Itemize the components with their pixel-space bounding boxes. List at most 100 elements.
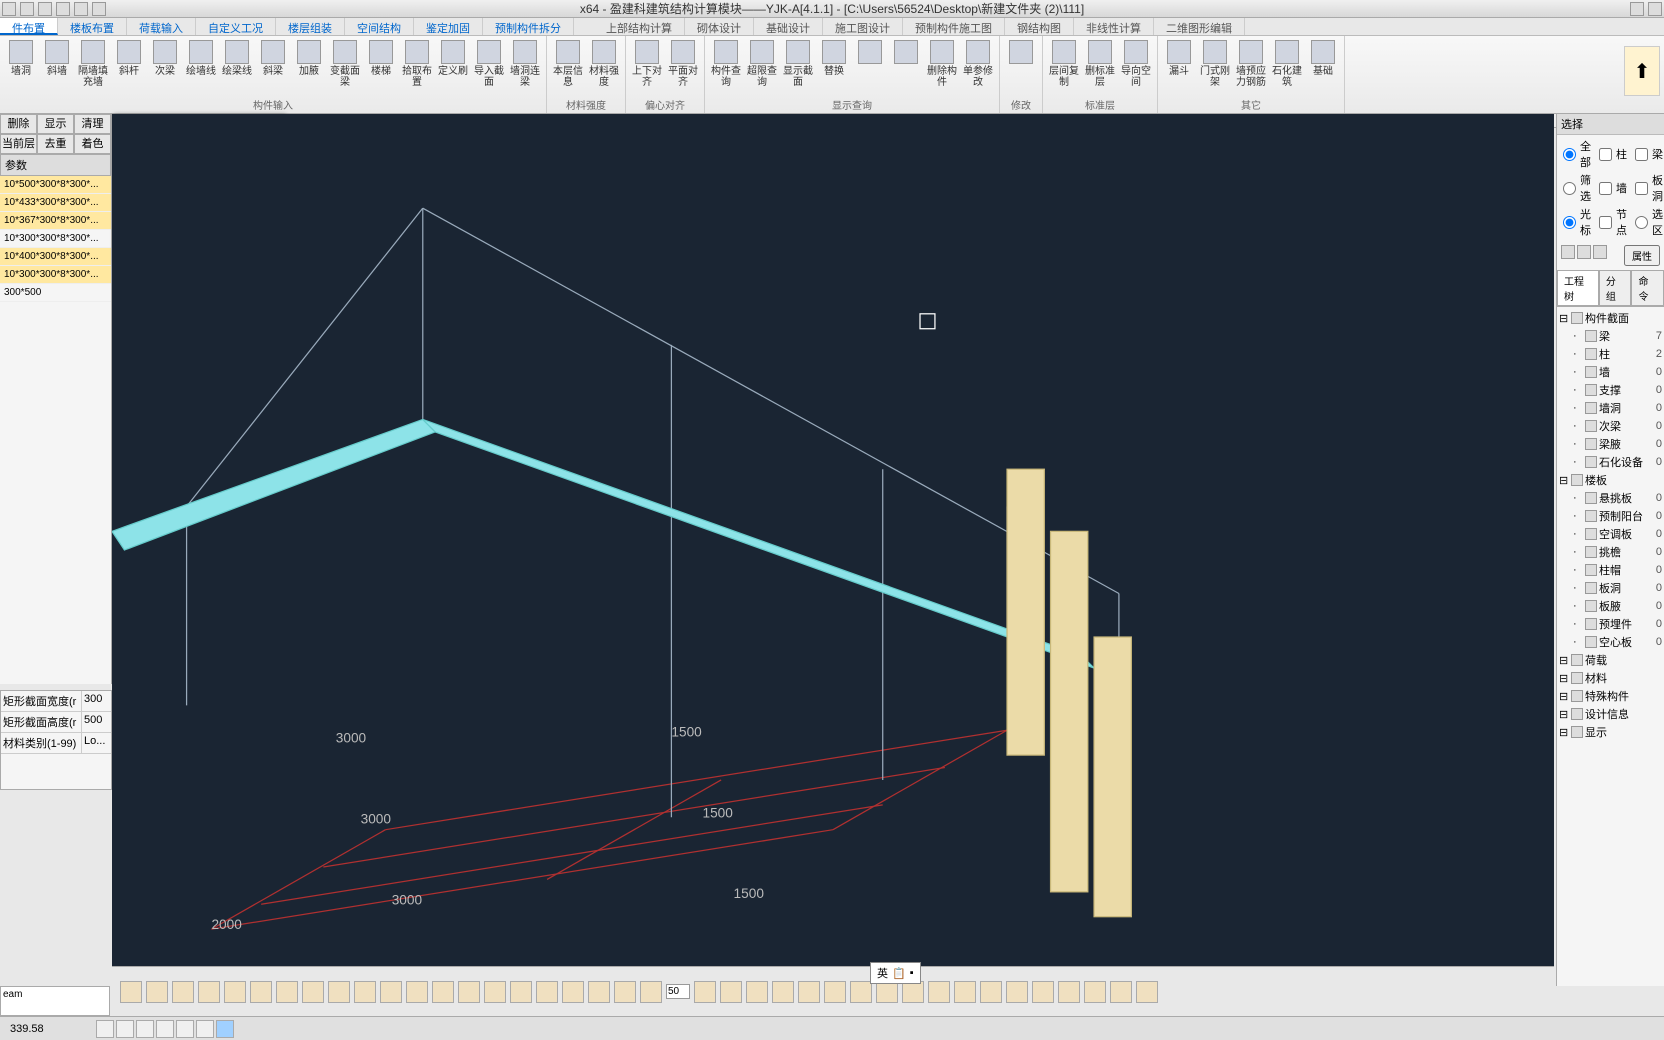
ribbon-墙预应力钢筋[interactable]: 墙预应力钢筋: [1234, 38, 1268, 97]
ribbon-层间复制[interactable]: 层间复制: [1047, 38, 1081, 97]
prop-value[interactable]: 300: [81, 691, 111, 711]
ribbon-导入截面[interactable]: 导入截面: [472, 38, 506, 97]
ribbon-导向空间[interactable]: 导向空间: [1119, 38, 1153, 97]
expand-icon[interactable]: ·: [1573, 420, 1583, 432]
text-a-icon[interactable]: [588, 981, 610, 1003]
lp-btn-删除[interactable]: 删除: [0, 114, 37, 134]
copy1-icon[interactable]: [928, 981, 950, 1003]
tree-item-设计信息[interactable]: ⊟设计信息: [1559, 705, 1662, 723]
grid-toggle-icon[interactable]: [96, 1020, 114, 1038]
ribbon-漏斗[interactable]: 漏斗: [1162, 38, 1196, 97]
section-item[interactable]: 10*300*300*8*300*...: [0, 266, 111, 284]
ribbon-楼梯[interactable]: 楼梯: [364, 38, 398, 97]
minimize-icon[interactable]: [1630, 2, 1644, 16]
tree-item-预埋件[interactable]: ·预埋件0: [1559, 615, 1662, 633]
ribbon-绘墙线[interactable]: 绘墙线: [184, 38, 218, 97]
scissors-icon[interactable]: [120, 981, 142, 1003]
lock-icon[interactable]: [1006, 981, 1028, 1003]
select-opt-筛选[interactable]: [1563, 182, 1576, 195]
wrench-icon[interactable]: [614, 981, 636, 1003]
axis-red-icon[interactable]: [1058, 981, 1080, 1003]
tree-item-特殊构件[interactable]: ⊟特殊构件: [1559, 687, 1662, 705]
rp-tab-分组[interactable]: 分组: [1599, 270, 1632, 306]
excel-icon[interactable]: [720, 981, 742, 1003]
axis-blue-icon[interactable]: [1084, 981, 1106, 1003]
tab-预制构件拆分[interactable]: 预制构件拆分: [483, 18, 574, 35]
lp-btn-显示[interactable]: 显示: [37, 114, 74, 134]
ribbon-tool[interactable]: [889, 38, 923, 97]
command-input[interactable]: eam: [0, 986, 110, 1016]
pdf-icon[interactable]: [694, 981, 716, 1003]
osnap-toggle-icon[interactable]: [176, 1020, 194, 1038]
context-tab-非线性计算[interactable]: 非线性计算: [1074, 18, 1154, 35]
expand-icon[interactable]: ·: [1573, 582, 1583, 594]
model-canvas[interactable]: 3000 3000 3000 2000 1500 1500 1500: [112, 114, 1554, 986]
zoom-icon[interactable]: [406, 981, 428, 1003]
tree-item-次梁[interactable]: ·次梁0: [1559, 417, 1662, 435]
grid4-icon[interactable]: [850, 981, 872, 1003]
circle-icon[interactable]: [562, 981, 584, 1003]
tree-item-支撑[interactable]: ·支撑0: [1559, 381, 1662, 399]
expand-icon[interactable]: ·: [1573, 366, 1583, 378]
ime-indicator[interactable]: 英 📋 ▪: [870, 962, 921, 984]
ribbon-本层信息[interactable]: 本层信息: [551, 38, 585, 97]
tree-item-挑檐[interactable]: ·挑檐0: [1559, 543, 1662, 561]
tree-item-预制阳台[interactable]: ·预制阳台0: [1559, 507, 1662, 525]
target-icon[interactable]: [354, 981, 376, 1003]
lp-btn-去重[interactable]: 去重: [37, 134, 74, 154]
tree-item-柱[interactable]: ·柱2: [1559, 345, 1662, 363]
box4-icon[interactable]: [276, 981, 298, 1003]
dropdown-icon[interactable]: [92, 2, 106, 16]
ribbon-隔墙填充墙[interactable]: 隔墙填充墙: [76, 38, 110, 97]
expand-icon[interactable]: ·: [1573, 618, 1583, 630]
context-tab-钢结构图[interactable]: 钢结构图: [1005, 18, 1074, 35]
dyn-toggle-icon[interactable]: [196, 1020, 214, 1038]
lp-btn-当前层[interactable]: 当前层: [0, 134, 37, 154]
expand-icon[interactable]: ·: [1573, 546, 1583, 558]
select-opt-柱[interactable]: [1599, 148, 1612, 161]
sun-icon[interactable]: [1136, 981, 1158, 1003]
ribbon-加腋[interactable]: 加腋: [292, 38, 326, 97]
select-opt-光标[interactable]: [1563, 216, 1576, 229]
tree-item-材料[interactable]: ⊟材料: [1559, 669, 1662, 687]
zoom-extent-icon[interactable]: [380, 981, 402, 1003]
expand-icon[interactable]: ⊟: [1559, 726, 1569, 739]
snap-toggle-icon[interactable]: [116, 1020, 134, 1038]
ribbon-tool[interactable]: [1004, 38, 1038, 97]
properties-button[interactable]: 属性: [1624, 245, 1660, 266]
expand-icon[interactable]: ·: [1573, 384, 1583, 396]
sphere-icon[interactable]: [302, 981, 324, 1003]
save-icon[interactable]: [20, 2, 34, 16]
tree-item-墙洞[interactable]: ·墙洞0: [1559, 399, 1662, 417]
filter2-icon[interactable]: [1577, 245, 1591, 259]
link-icon[interactable]: [328, 981, 350, 1003]
context-tab-二维图形编辑[interactable]: 二维图形编辑: [1154, 18, 1245, 35]
expand-icon[interactable]: ·: [1573, 330, 1583, 342]
tree-item-梁腋[interactable]: ·梁腋0: [1559, 435, 1662, 453]
ribbon-上下对齐[interactable]: 上下对齐: [630, 38, 664, 97]
box2-icon[interactable]: [224, 981, 246, 1003]
tree-item-石化设备[interactable]: ·石化设备0: [1559, 453, 1662, 471]
circle-a-icon[interactable]: [536, 981, 558, 1003]
expand-icon[interactable]: ·: [1573, 636, 1583, 648]
tree-item-楼板[interactable]: ⊟楼板: [1559, 471, 1662, 489]
tab-荷载输入[interactable]: 荷载输入: [127, 18, 196, 35]
context-tab-砌体设计[interactable]: 砌体设计: [685, 18, 754, 35]
redo-icon[interactable]: [74, 2, 88, 16]
expand-icon[interactable]: ⊟: [1559, 474, 1569, 487]
tree-item-空调板[interactable]: ·空调板0: [1559, 525, 1662, 543]
help-icon[interactable]: [1648, 2, 1662, 16]
expand-icon[interactable]: ·: [1573, 348, 1583, 360]
select-opt-板洞[interactable]: [1635, 182, 1648, 195]
ribbon-石化建筑[interactable]: 石化建筑: [1270, 38, 1304, 97]
ribbon-构件查询[interactable]: 构件查询: [709, 38, 743, 97]
tab-楼层组装[interactable]: 楼层组装: [276, 18, 345, 35]
select-opt-全部[interactable]: [1563, 148, 1576, 161]
select-opt-节点[interactable]: [1599, 216, 1612, 229]
refresh-icon[interactable]: [1110, 981, 1132, 1003]
ribbon-定义刷[interactable]: 定义刷: [436, 38, 470, 97]
tab-鉴定加固[interactable]: 鉴定加固: [414, 18, 483, 35]
tree-item-构件截面[interactable]: ⊟构件截面: [1559, 309, 1662, 327]
expand-icon[interactable]: ⊟: [1559, 690, 1569, 703]
snap-icon[interactable]: [172, 981, 194, 1003]
